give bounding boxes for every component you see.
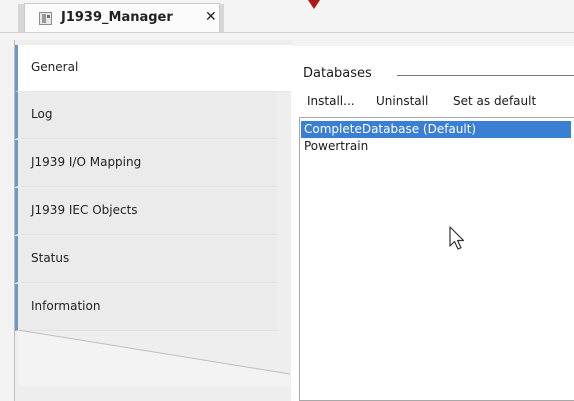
nav-item-label: J1939 IEC Objects [31, 203, 138, 217]
heading-divider [397, 75, 574, 76]
nav-item-io-mapping[interactable]: J1939 I/O Mapping [15, 140, 277, 187]
general-panel: Databases Install... Uninstall Set as de… [291, 46, 574, 401]
insert-marker-icon [308, 0, 320, 9]
nav-item-label: General [31, 60, 79, 74]
mouse-pointer-icon [449, 226, 465, 250]
nav-item-label: Information [31, 299, 101, 313]
nav-item-label: J1939 I/O Mapping [31, 155, 142, 169]
set-default-button[interactable]: Set as default [453, 94, 536, 108]
nav-item-label: Status [31, 251, 70, 265]
list-item[interactable]: CompleteDatabase (Default) [301, 121, 571, 138]
databases-heading: Databases [303, 66, 372, 81]
nav-item-log[interactable]: Log [15, 92, 277, 139]
list-item[interactable]: Powertrain [301, 138, 571, 155]
nav-item-status[interactable]: Status [15, 236, 277, 283]
device-icon [39, 12, 52, 25]
nav-item-information[interactable]: Information [15, 284, 277, 331]
nav-item-iec-objects[interactable]: J1939 IEC Objects [15, 188, 277, 235]
nav-bottom-curl [18, 330, 290, 386]
install-button[interactable]: Install... [307, 94, 355, 108]
editor-tab-strip: J1939_Manager ✕ [0, 0, 574, 33]
close-icon[interactable]: ✕ [205, 9, 217, 25]
nav-item-label: Log [31, 107, 53, 121]
editor-tab-label: J1939_Manager [61, 10, 173, 25]
editor-tab-j1939-manager[interactable]: J1939_Manager ✕ [24, 3, 220, 33]
databases-list[interactable]: CompleteDatabase (Default) Powertrain [299, 117, 574, 401]
uninstall-button[interactable]: Uninstall [376, 94, 428, 108]
nav-item-general[interactable]: General [15, 45, 291, 92]
